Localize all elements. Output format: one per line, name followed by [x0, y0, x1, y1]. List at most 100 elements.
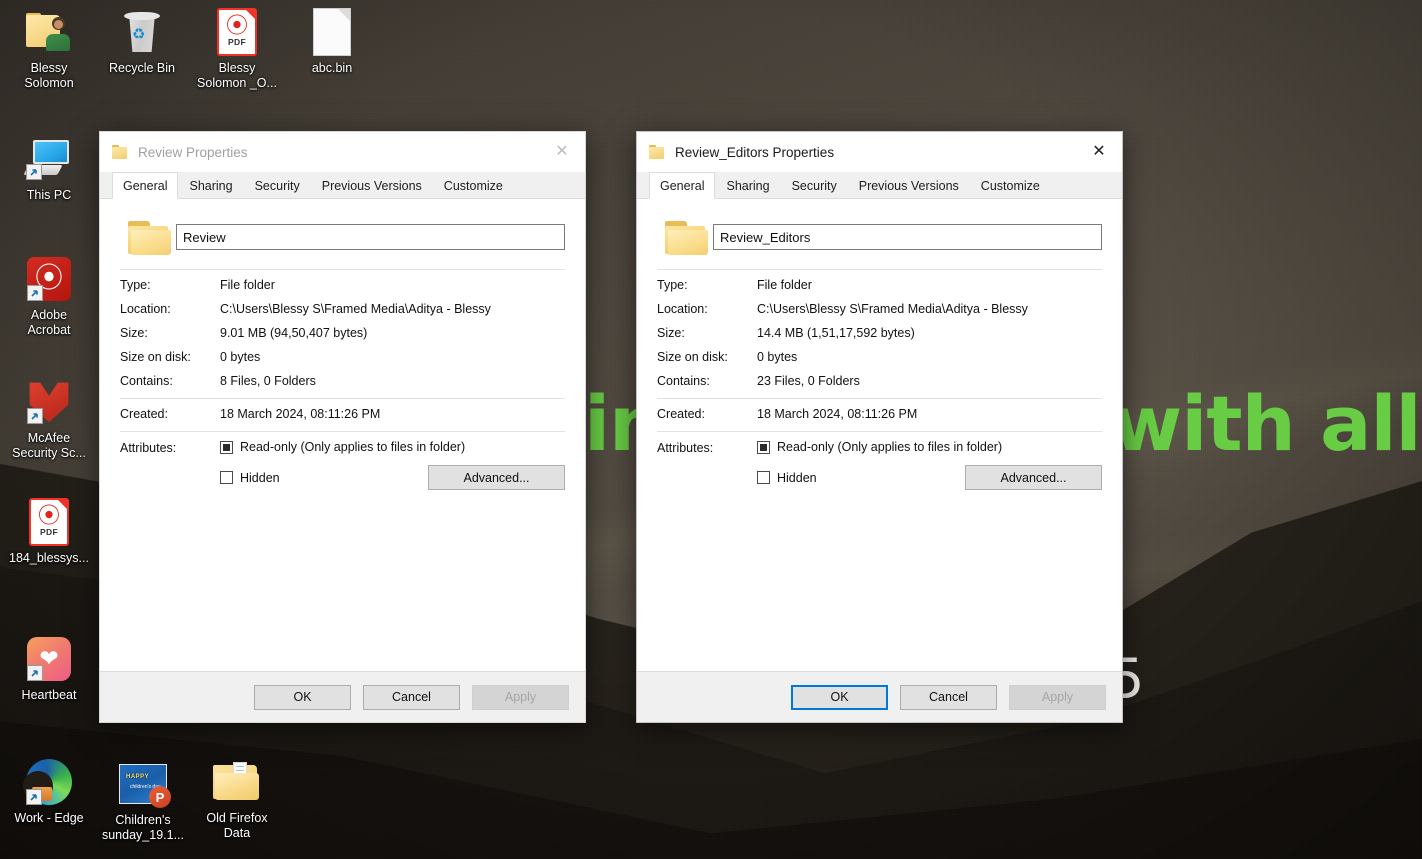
- pdf-file-icon: ⦿ PDF: [213, 8, 261, 56]
- hidden-checkbox-row[interactable]: Hidden: [220, 471, 280, 485]
- property-value: File folder: [220, 278, 275, 292]
- heartbeat-icon: ❤: [25, 635, 73, 683]
- pdf-file-icon: ⦿ PDF: [25, 498, 73, 546]
- desktop-icon-this-pc[interactable]: This PC: [2, 135, 96, 203]
- general-tab-page: Type: File folder Location: C:\Users\Ble…: [637, 199, 1122, 671]
- property-key: Size:: [657, 326, 685, 340]
- property-row-location: Location: C:\Users\Blessy S\Framed Media…: [657, 302, 1102, 316]
- desktop-icon-blessy-solomon-pdf[interactable]: ⦿ PDF Blessy Solomon _O...: [190, 8, 284, 91]
- hidden-checkbox[interactable]: [220, 471, 233, 484]
- tab-sharing[interactable]: Sharing: [178, 173, 243, 198]
- divider: [120, 431, 565, 432]
- desktop-icon-label: abc.bin: [311, 61, 353, 75]
- property-value: C:\Users\Blessy S\Framed Media\Aditya - …: [220, 302, 491, 316]
- desktop-icon-184-blessys-pdf[interactable]: ⦿ PDF 184_blessys...: [2, 498, 96, 566]
- property-row-size: Size: 9.01 MB (94,50,407 bytes): [120, 326, 565, 340]
- desktop-icon-label: McAfee Security Sc...: [12, 431, 86, 460]
- shortcut-arrow-icon: [27, 665, 43, 681]
- desktop-icon-abc-bin[interactable]: abc.bin: [285, 8, 379, 76]
- desktop-icon-label: Blessy Solomon: [24, 61, 74, 90]
- tab-general[interactable]: General: [649, 172, 716, 199]
- tab-customize[interactable]: Customize: [970, 173, 1051, 198]
- advanced-button[interactable]: Advanced...: [965, 465, 1102, 490]
- property-key: Contains:: [120, 374, 173, 388]
- attributes-row: Attributes: Read-only (Only applies to f…: [120, 440, 565, 490]
- close-icon[interactable]: ✕: [539, 132, 585, 172]
- general-tab-page: Type: File folder Location: C:\Users\Ble…: [100, 199, 585, 671]
- desktop-icon-label: Recycle Bin: [109, 61, 175, 75]
- property-row-location: Location: C:\Users\Blessy S\Framed Media…: [120, 302, 565, 316]
- property-key: Location:: [120, 302, 171, 316]
- ok-button[interactable]: OK: [791, 684, 888, 710]
- advanced-button[interactable]: Advanced...: [428, 465, 565, 490]
- tab-sharing[interactable]: Sharing: [715, 173, 780, 198]
- tab-customize[interactable]: Customize: [433, 173, 514, 198]
- desktop-icon-label: Heartbeat: [21, 688, 77, 702]
- desktop-icon-childrens-sunday-ppt[interactable]: HAPPY children's day P Children's sunday_…: [96, 760, 190, 843]
- readonly-checkbox[interactable]: [757, 440, 770, 454]
- tab-strip[interactable]: General Sharing Security Previous Versio…: [100, 172, 585, 199]
- hidden-and-advanced-row: Hidden Advanced...: [757, 465, 1102, 490]
- desktop[interactable]: in with all 5 Blessy Solomon ♻ Recycle B…: [0, 0, 1422, 859]
- folder-name-row: [657, 215, 1102, 259]
- tab-general[interactable]: General: [112, 172, 179, 199]
- cancel-button[interactable]: Cancel: [900, 684, 997, 710]
- desktop-icon-heartbeat[interactable]: ❤ Heartbeat: [2, 635, 96, 703]
- property-row-size: Size: 14.4 MB (1,51,17,592 bytes): [657, 326, 1102, 340]
- desktop-icon-work-edge[interactable]: Work - Edge: [2, 758, 96, 826]
- readonly-checkbox[interactable]: [220, 440, 233, 454]
- divider: [120, 398, 565, 399]
- property-value: 0 bytes: [220, 350, 261, 364]
- folder-documents-icon: [213, 758, 261, 806]
- hidden-label: Hidden: [777, 470, 817, 485]
- divider: [657, 431, 1102, 432]
- folder-name-input[interactable]: [713, 224, 1102, 250]
- dialog-title: Review_Editors Properties: [675, 144, 835, 160]
- review-properties-dialog[interactable]: Review Properties ✕ General Sharing Secu…: [99, 131, 586, 723]
- desktop-icon-adobe-acrobat[interactable]: ⦿ Adobe Acrobat: [2, 255, 96, 338]
- property-key: Location:: [657, 302, 708, 316]
- ok-button[interactable]: OK: [254, 684, 351, 710]
- tab-previous-versions[interactable]: Previous Versions: [848, 173, 970, 198]
- powerpoint-file-icon: HAPPY children's day P: [119, 760, 171, 808]
- tab-previous-versions[interactable]: Previous Versions: [311, 173, 433, 198]
- desktop-icon-label: Work - Edge: [14, 811, 84, 825]
- readonly-label: Read-only (Only applies to files in fold…: [240, 440, 466, 454]
- tab-security[interactable]: Security: [244, 173, 311, 198]
- shortcut-arrow-icon: [26, 789, 42, 805]
- desktop-icon-mcafee[interactable]: McAfee Security Sc...: [2, 378, 96, 461]
- property-key: Created:: [120, 407, 168, 421]
- property-key: Created:: [657, 407, 705, 421]
- shortcut-arrow-icon: [27, 408, 43, 424]
- dialog-titlebar[interactable]: Review_Editors Properties ✕: [637, 132, 1122, 172]
- wallpaper-text-right: with all: [1112, 379, 1422, 468]
- readonly-label: Read-only (Only applies to files in fold…: [777, 440, 1003, 454]
- dialog-titlebar[interactable]: Review Properties ✕: [100, 132, 585, 172]
- cancel-button[interactable]: Cancel: [363, 684, 460, 710]
- shortcut-arrow-icon: [26, 164, 42, 180]
- attributes-row: Attributes: Read-only (Only applies to f…: [657, 440, 1102, 490]
- hidden-checkbox[interactable]: [757, 471, 770, 484]
- folder-icon: [657, 219, 713, 255]
- apply-button: Apply: [1009, 684, 1106, 710]
- desktop-icon-old-firefox-data[interactable]: Old Firefox Data: [190, 758, 284, 841]
- recycle-bin-icon: ♻: [118, 8, 166, 56]
- close-icon[interactable]: ✕: [1076, 132, 1122, 172]
- readonly-checkbox-row[interactable]: Read-only (Only applies to files in fold…: [757, 440, 1102, 454]
- review-editors-properties-dialog[interactable]: Review_Editors Properties ✕ General Shar…: [636, 131, 1123, 723]
- property-row-type: Type: File folder: [657, 278, 1102, 292]
- property-row-type: Type: File folder: [120, 278, 565, 292]
- desktop-icon-recycle-bin[interactable]: ♻ Recycle Bin: [95, 8, 189, 76]
- desktop-icon-blessy-solomon[interactable]: Blessy Solomon: [2, 8, 96, 91]
- folder-user-icon: [25, 8, 73, 56]
- divider: [657, 398, 1102, 399]
- mcafee-icon: [25, 378, 73, 426]
- edge-icon: [23, 758, 73, 806]
- tab-strip[interactable]: General Sharing Security Previous Versio…: [637, 172, 1122, 199]
- readonly-checkbox-row[interactable]: Read-only (Only applies to files in fold…: [220, 440, 565, 454]
- property-value: 14.4 MB (1,51,17,592 bytes): [757, 326, 915, 340]
- property-row-size-on-disk: Size on disk: 0 bytes: [657, 350, 1102, 364]
- tab-security[interactable]: Security: [781, 173, 848, 198]
- hidden-checkbox-row[interactable]: Hidden: [757, 471, 817, 485]
- folder-name-input[interactable]: [176, 224, 565, 250]
